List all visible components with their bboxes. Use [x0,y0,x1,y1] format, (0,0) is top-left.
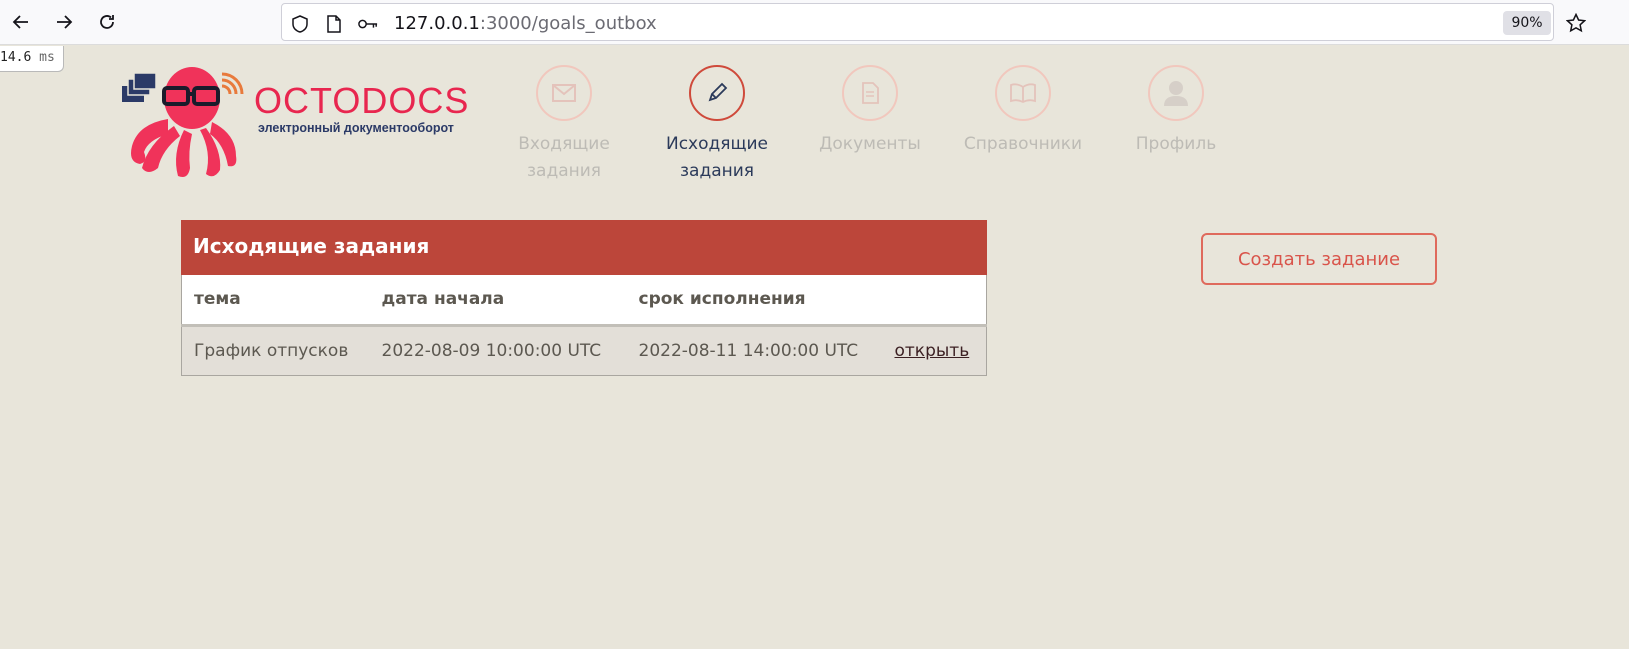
shield-icon[interactable] [290,14,310,34]
column-header-topic: тема [181,275,370,327]
back-icon[interactable] [7,8,35,36]
cell-due-date: 2022-08-11 14:00:00 UTC [626,325,883,375]
cell-start-date: 2022-08-09 10:00:00 UTC [369,325,627,375]
cell-action: открыть [882,325,987,375]
url-text[interactable]: 127.0.0.1:3000/goals_outbox [394,13,657,34]
table-row: График отпусков 2022-08-09 10:00:00 UTC … [181,325,987,375]
nav-incoming-tasks[interactable]: Входящие задания [489,65,639,185]
create-task-button[interactable]: Создать задание [1201,233,1437,285]
bookmark-star-icon[interactable] [1565,12,1587,34]
pencil-icon [689,65,745,121]
reload-icon[interactable] [93,8,121,36]
nav-label: Профиль [1135,134,1217,154]
nav-label: Входящие задания [518,134,610,181]
address-bar[interactable]: 127.0.0.1:3000/goals_outbox 90% [281,3,1586,41]
column-header-due-date: срок исполнения [626,275,883,327]
browser-toolbar: 127.0.0.1:3000/goals_outbox 90% [0,0,1629,45]
user-icon [1148,65,1204,121]
zoom-level[interactable]: 90% [1503,11,1551,35]
brand-name: OCTODOCS [254,80,470,121]
octopus-mascot-icon [122,67,244,177]
nav-outgoing-tasks[interactable]: Исходящие задания [642,65,792,185]
table-header-row: тема дата начала срок исполнения [181,275,987,327]
envelope-icon [536,65,592,121]
nav-documents[interactable]: Документы [795,65,945,158]
page-icon [324,14,344,34]
cell-topic: График отпусков [181,325,370,375]
open-task-link[interactable]: открыть [895,341,970,361]
nav-label: Справочники [963,134,1083,154]
outgoing-tasks-panel: Исходящие задания тема дата начала срок … [181,220,987,376]
brand-tagline: электронный документооборот [258,121,454,135]
forward-icon[interactable] [50,8,78,36]
tasks-table: тема дата начала срок исполнения График … [181,275,987,376]
nav-references[interactable]: Справочники [948,65,1098,158]
nav-label: Документы [819,134,921,154]
column-header-start-date: дата начала [369,275,627,327]
nav-profile[interactable]: Профиль [1101,65,1251,158]
column-header-action [882,275,987,327]
nav-label: Исходящие задания [665,134,769,181]
render-timing: 14.6 ms [0,46,64,72]
key-icon[interactable] [358,14,378,34]
document-icon [842,65,898,121]
panel-title: Исходящие задания [181,220,987,275]
book-icon [995,65,1051,121]
